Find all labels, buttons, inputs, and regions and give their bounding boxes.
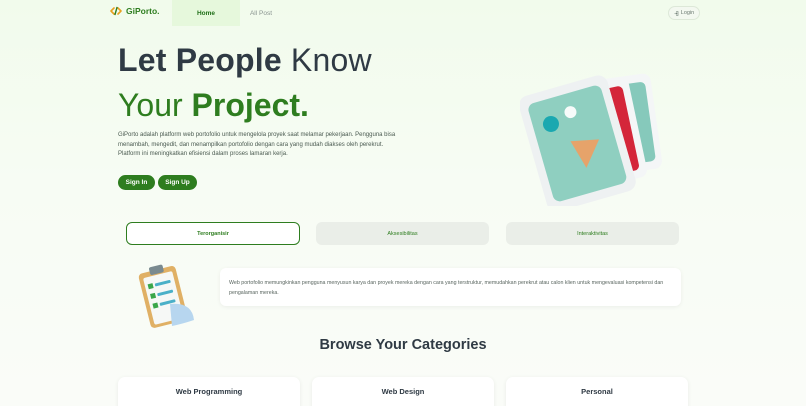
tab-terorganisir[interactable]: Terorganisir [126, 222, 300, 245]
hero-title-bold: Let People [118, 42, 282, 78]
image-gallery-3d-icon [520, 73, 662, 206]
sign-up-button[interactable]: Sign Up [158, 175, 197, 190]
brand-logo[interactable]: GiPorto. [110, 6, 160, 16]
feature-description: Web portofolio memungkinkan pengguna men… [229, 280, 664, 296]
category-card-personal[interactable]: Personal [506, 377, 688, 406]
nav-tab-home[interactable]: Home [172, 0, 240, 26]
login-button[interactable]: Login [668, 6, 700, 20]
category-card-web-design[interactable]: Web Design [312, 377, 494, 406]
tab-interaktivitas[interactable]: Interaktivitas [506, 222, 679, 245]
hero-description: GiPorto adalah platform web portofolio u… [118, 132, 396, 157]
top-navbar: GiPorto. Home All Post Login [0, 0, 806, 26]
brand-name: GiPorto. [126, 6, 160, 16]
clipboard-checklist-icon [138, 264, 194, 328]
feature-description-card: Web portofolio memungkinkan pengguna men… [220, 268, 681, 306]
login-label: Login [680, 10, 695, 16]
hero-title2-bold: Project. [191, 87, 309, 123]
sign-in-button[interactable]: Sign In [118, 175, 155, 190]
nav-tab-all-post[interactable]: All Post [240, 0, 282, 26]
tab-aksesibilitas[interactable]: Aksesibilitas [316, 222, 489, 245]
login-icon [674, 10, 679, 16]
categories-title: Browse Your Categories [319, 337, 487, 353]
hero-title-regular: Know [290, 42, 372, 78]
hero-title-line2: Your Project. [118, 87, 309, 124]
hero-title2-regular: Your [118, 87, 183, 123]
hero-title-line1: Let People Know [118, 42, 372, 79]
code-logo-icon [110, 6, 122, 16]
category-card-web-programming[interactable]: Web Programming [118, 377, 300, 406]
